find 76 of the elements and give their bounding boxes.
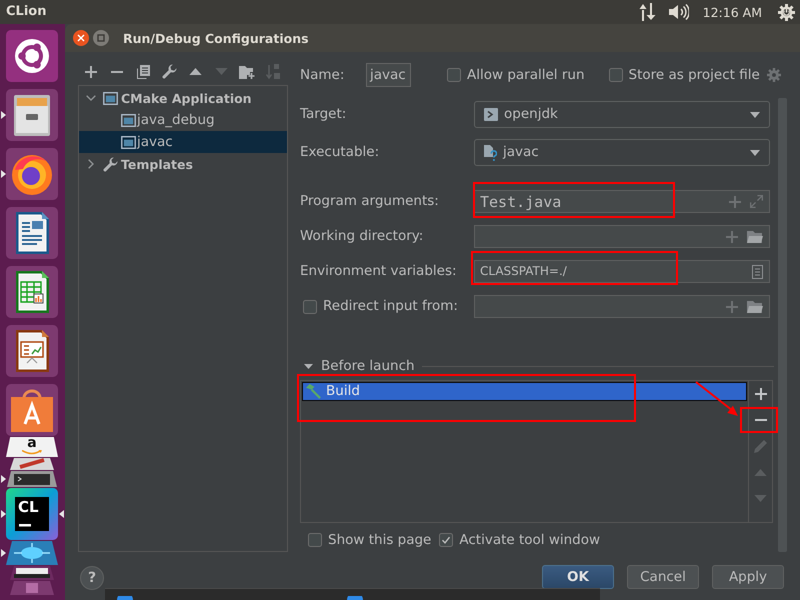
copy-icon[interactable] bbox=[136, 64, 150, 78]
checkbox[interactable] bbox=[608, 68, 623, 82]
checkbox-label[interactable]: Show this page bbox=[328, 532, 432, 548]
scrollbar[interactable] bbox=[778, 98, 787, 552]
presentation-icon[interactable] bbox=[6, 325, 58, 377]
minus-icon[interactable] bbox=[754, 419, 766, 421]
chevron-right-icon[interactable] bbox=[88, 159, 94, 169]
app-tile[interactable]: a bbox=[6, 437, 58, 457]
close-icon[interactable] bbox=[73, 30, 89, 46]
smile-arrow-icon bbox=[22, 450, 42, 455]
tree-item[interactable]: javac bbox=[79, 131, 287, 153]
input-field[interactable] bbox=[474, 295, 770, 318]
file-question-icon bbox=[484, 144, 497, 160]
shopping-bag-icon[interactable] bbox=[6, 384, 58, 436]
tree-item[interactable]: java_debug bbox=[79, 109, 287, 131]
field-label: Environment variables: bbox=[300, 263, 457, 280]
field-label: Program arguments: bbox=[300, 193, 439, 210]
triangle-down-icon[interactable] bbox=[304, 364, 313, 368]
terminal-icon[interactable] bbox=[6, 471, 58, 487]
chevron-down-icon[interactable] bbox=[86, 95, 96, 101]
dropdown[interactable]: javac bbox=[474, 139, 770, 166]
tree-item[interactable]: Templates bbox=[79, 153, 287, 175]
field-label: Name: bbox=[300, 66, 346, 84]
clock: 12:16 AM bbox=[702, 4, 762, 20]
flame-globe-icon[interactable] bbox=[6, 148, 58, 200]
splash-icon[interactable] bbox=[6, 541, 58, 565]
power-gear-icon[interactable] bbox=[778, 4, 795, 20]
spreadsheet-icon[interactable] bbox=[6, 266, 58, 318]
checkbox-label[interactable]: Redirect input from: bbox=[323, 298, 458, 315]
field-label: Working directory: bbox=[300, 228, 424, 245]
console-icon bbox=[484, 108, 498, 121]
wrench-icon bbox=[103, 156, 118, 172]
volume-icon[interactable] bbox=[668, 4, 689, 20]
file-cabinet-icon[interactable] bbox=[6, 89, 58, 141]
document-list-icon[interactable] bbox=[752, 264, 763, 278]
folder-plus-icon[interactable] bbox=[239, 64, 255, 78]
folder-icon[interactable] bbox=[747, 300, 763, 312]
checkbox-label[interactable]: Store as project file bbox=[628, 66, 760, 84]
window-icon bbox=[121, 136, 136, 148]
input-field[interactable]: javac bbox=[366, 63, 411, 87]
list-item[interactable]: Build bbox=[302, 382, 747, 401]
checkbox[interactable] bbox=[303, 300, 317, 314]
network-arrows-icon[interactable] bbox=[638, 3, 656, 21]
window-icon bbox=[121, 114, 136, 126]
caret-icon bbox=[750, 112, 760, 118]
document-icon[interactable] bbox=[6, 207, 58, 259]
wrench-icon[interactable] bbox=[162, 64, 176, 79]
folder-icon[interactable] bbox=[747, 230, 763, 242]
field-label: Executable: bbox=[300, 144, 380, 161]
section-title: Before launch bbox=[321, 358, 415, 374]
window-icon bbox=[103, 92, 118, 104]
dialog-button[interactable]: Apply bbox=[712, 565, 784, 589]
plus-icon[interactable] bbox=[85, 66, 97, 78]
app-title: CLion bbox=[6, 4, 46, 20]
tree-item[interactable]: CMake Application bbox=[79, 87, 287, 109]
app-tile[interactable]: CL bbox=[6, 488, 58, 540]
help-button[interactable]: ? bbox=[80, 566, 104, 590]
hammer-icon bbox=[306, 384, 321, 399]
checkbox-label[interactable]: Allow parallel run bbox=[467, 66, 585, 84]
field-label: Target: bbox=[300, 106, 346, 123]
input-field[interactable]: CLASSPATH=./ bbox=[474, 260, 770, 283]
ring-logo-icon[interactable] bbox=[6, 30, 58, 82]
checkbox[interactable] bbox=[439, 533, 454, 547]
settings-icon[interactable] bbox=[766, 68, 781, 82]
checkbox[interactable] bbox=[308, 533, 322, 547]
window-title: Run/Debug Configurations bbox=[123, 30, 309, 46]
dialog-button[interactable]: Cancel bbox=[627, 565, 699, 589]
caret-icon bbox=[750, 150, 760, 156]
dropdown[interactable]: openjdk bbox=[474, 101, 770, 128]
plus-icon[interactable] bbox=[754, 388, 766, 400]
checkbox[interactable] bbox=[447, 68, 461, 82]
triangle-up-icon[interactable] bbox=[188, 68, 202, 75]
input-field[interactable] bbox=[474, 225, 770, 248]
dialog-button[interactable]: OK bbox=[542, 565, 614, 589]
checkbox-label[interactable]: Activate tool window bbox=[459, 532, 600, 548]
minus-icon[interactable] bbox=[111, 70, 123, 72]
